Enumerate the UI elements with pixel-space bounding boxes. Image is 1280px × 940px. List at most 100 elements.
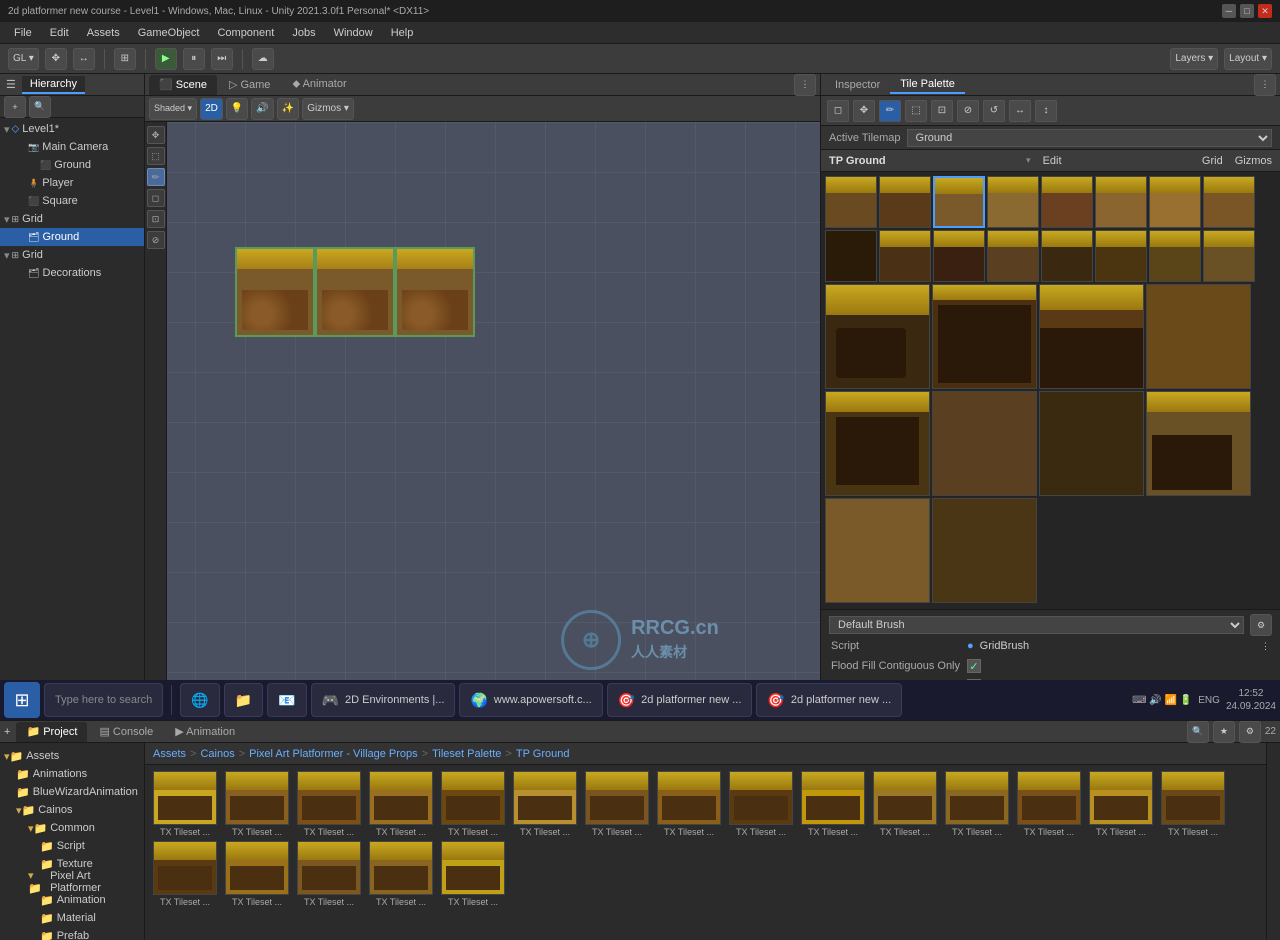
console-tab[interactable]: ▤ Console: [89, 722, 163, 742]
breadcrumb-tileset[interactable]: Tileset Palette: [432, 748, 501, 760]
scene-tab-scene[interactable]: ⬛ Scene: [149, 75, 217, 95]
hierarchy-item-ground-1[interactable]: ⬛ Ground: [0, 156, 144, 174]
minimize-button[interactable]: ─: [1222, 4, 1236, 18]
breadcrumb-pixel-art[interactable]: Pixel Art Platformer - Village Props: [249, 748, 418, 760]
proj-bluewizard[interactable]: 📁BlueWizardAnimation: [0, 783, 144, 801]
palette-tile-6[interactable]: [1095, 176, 1147, 228]
insp-tool-flip-h[interactable]: ↔: [1009, 100, 1031, 122]
large-tile-3[interactable]: [1039, 284, 1144, 389]
asset-item-19[interactable]: TX Tileset ...: [367, 841, 435, 907]
palette-tile-1[interactable]: [825, 176, 877, 228]
inspector-tab[interactable]: Inspector: [825, 77, 890, 93]
edit-label[interactable]: Edit: [1043, 155, 1062, 167]
taskbar-search[interactable]: Type here to search: [44, 683, 163, 717]
search-assets-btn[interactable]: 🔍: [1187, 721, 1209, 743]
start-button[interactable]: ⊞: [4, 682, 40, 718]
hierarchy-item-player[interactable]: 🧍 Player: [0, 174, 144, 192]
large-tile-10[interactable]: [932, 498, 1037, 603]
palette-tile-selected[interactable]: [933, 176, 985, 228]
palette-tile-7[interactable]: [1149, 176, 1201, 228]
palette-tile-9[interactable]: [825, 230, 877, 282]
scene-view-mode[interactable]: Shaded ▾: [149, 98, 197, 120]
asset-item-10[interactable]: TX Tileset ...: [799, 771, 867, 837]
palette-tile-11[interactable]: [933, 230, 985, 282]
taskbar-apowersoft[interactable]: 🌍 www.apowersoft.c...: [459, 683, 602, 717]
scene-tool-erase[interactable]: ◻: [147, 189, 165, 207]
taskbar-unity-2[interactable]: 🎯 2d platformer new ...: [756, 683, 902, 717]
hierarchy-item-grid-2[interactable]: ▾⊞ Grid: [0, 246, 144, 264]
menu-help[interactable]: Help: [383, 25, 422, 41]
scene-tools-1[interactable]: ✥: [45, 48, 67, 70]
palette-tile-16[interactable]: [1203, 230, 1255, 282]
layers-dropdown[interactable]: Layers ▾: [1170, 48, 1218, 70]
asset-item-20[interactable]: TX Tileset ...: [439, 841, 507, 907]
asset-item-7[interactable]: TX Tileset ...: [583, 771, 651, 837]
grid-label[interactable]: Grid: [1202, 155, 1223, 167]
menu-component[interactable]: Component: [209, 25, 282, 41]
menu-file[interactable]: File: [6, 25, 40, 41]
taskbar-unity-1[interactable]: 🎯 2d platformer new ...: [607, 683, 753, 717]
proj-common[interactable]: ▾📁Common: [0, 819, 144, 837]
scene-gizmos-dropdown[interactable]: Gizmos ▾: [302, 98, 354, 120]
scene-audio-toggle[interactable]: 🔊: [251, 98, 273, 120]
palette-tile-12[interactable]: [987, 230, 1039, 282]
large-tile-4[interactable]: [1146, 284, 1251, 389]
taskbar-mail[interactable]: 📧: [267, 683, 306, 717]
cloud-button[interactable]: ☁: [252, 48, 274, 70]
project-tab[interactable]: 📁 Project: [16, 722, 87, 742]
large-tile-1[interactable]: [825, 284, 930, 389]
insp-tool-fill[interactable]: ⊡: [931, 100, 953, 122]
hierarchy-item-level1[interactable]: ▾⬦ Level1*: [0, 120, 144, 138]
taskbar-explorer[interactable]: 📁: [224, 683, 263, 717]
large-tile-2[interactable]: [932, 284, 1037, 389]
layout-dropdown[interactable]: Layout ▾: [1224, 48, 1272, 70]
scene-tool-fill[interactable]: ⊡: [147, 210, 165, 228]
scene-tool-select[interactable]: ⬚: [147, 147, 165, 165]
asset-item-16[interactable]: TX Tileset ...: [151, 841, 219, 907]
menu-window[interactable]: Window: [326, 25, 381, 41]
hierarchy-item-ground-selected[interactable]: 🗂 Ground: [0, 228, 144, 246]
insp-tool-select[interactable]: ◻: [827, 100, 849, 122]
large-tile-9[interactable]: [825, 498, 930, 603]
inspector-more-btn[interactable]: ⋮: [1254, 74, 1276, 96]
asset-item-3[interactable]: TX Tileset ...: [295, 771, 363, 837]
insp-tool-rect[interactable]: ⬚: [905, 100, 927, 122]
flood-fill-checkbox[interactable]: ✓: [967, 659, 981, 673]
taskbar-edge[interactable]: 🌐: [180, 683, 219, 717]
asset-item-15[interactable]: TX Tileset ...: [1159, 771, 1227, 837]
taskbar-app-2d-env[interactable]: 🎮 2D Environments |...: [311, 683, 456, 717]
breadcrumb-tp-ground[interactable]: TP Ground: [516, 748, 570, 760]
scene-tool-eyedrop[interactable]: ⊘: [147, 231, 165, 249]
step-button[interactable]: ⏭: [211, 48, 233, 70]
breadcrumb-cainos[interactable]: Cainos: [200, 748, 234, 760]
scene-view[interactable]: ✥ ⬚ ✏ ◻ ⊡ ⊘: [145, 122, 820, 720]
proj-material[interactable]: 📁Material: [0, 909, 144, 927]
menu-edit[interactable]: Edit: [42, 25, 77, 41]
scene-light-toggle[interactable]: 💡: [226, 98, 248, 120]
palette-tile-5[interactable]: [1041, 176, 1093, 228]
palette-tile-13[interactable]: [1041, 230, 1093, 282]
hierarchy-add-button[interactable]: +: [4, 96, 26, 118]
scene-tool-hand[interactable]: ✥: [147, 126, 165, 144]
close-button[interactable]: ✕: [1258, 4, 1272, 18]
bottom-toolbar-add[interactable]: +: [4, 726, 10, 738]
proj-cainos[interactable]: ▾📁Cainos: [0, 801, 144, 819]
asset-item-9[interactable]: TX Tileset ...: [727, 771, 795, 837]
asset-item-4[interactable]: TX Tileset ...: [367, 771, 435, 837]
insp-tool-flip-v[interactable]: ↕: [1035, 100, 1057, 122]
hierarchy-tab[interactable]: Hierarchy: [22, 76, 85, 94]
hierarchy-item-main-camera[interactable]: 📷 Main Camera: [0, 138, 144, 156]
transform-tool[interactable]: ⊞: [114, 48, 136, 70]
large-tile-6[interactable]: [932, 391, 1037, 496]
proj-assets[interactable]: ▾📁Assets: [0, 747, 144, 765]
pause-button[interactable]: ⏸: [183, 48, 205, 70]
palette-tile-8[interactable]: [1203, 176, 1255, 228]
insp-tool-move[interactable]: ✥: [853, 100, 875, 122]
large-tile-7[interactable]: [1039, 391, 1144, 496]
asset-item-17[interactable]: TX Tileset ...: [223, 841, 291, 907]
scene-tools-2[interactable]: ↔: [73, 48, 95, 70]
scene-tool-paint[interactable]: ✏: [147, 168, 165, 186]
bottom-settings-btn[interactable]: ⚙: [1239, 721, 1261, 743]
animation-tab[interactable]: ▶ Animation: [165, 722, 245, 742]
script-options-icon[interactable]: ⋮: [1261, 641, 1270, 652]
